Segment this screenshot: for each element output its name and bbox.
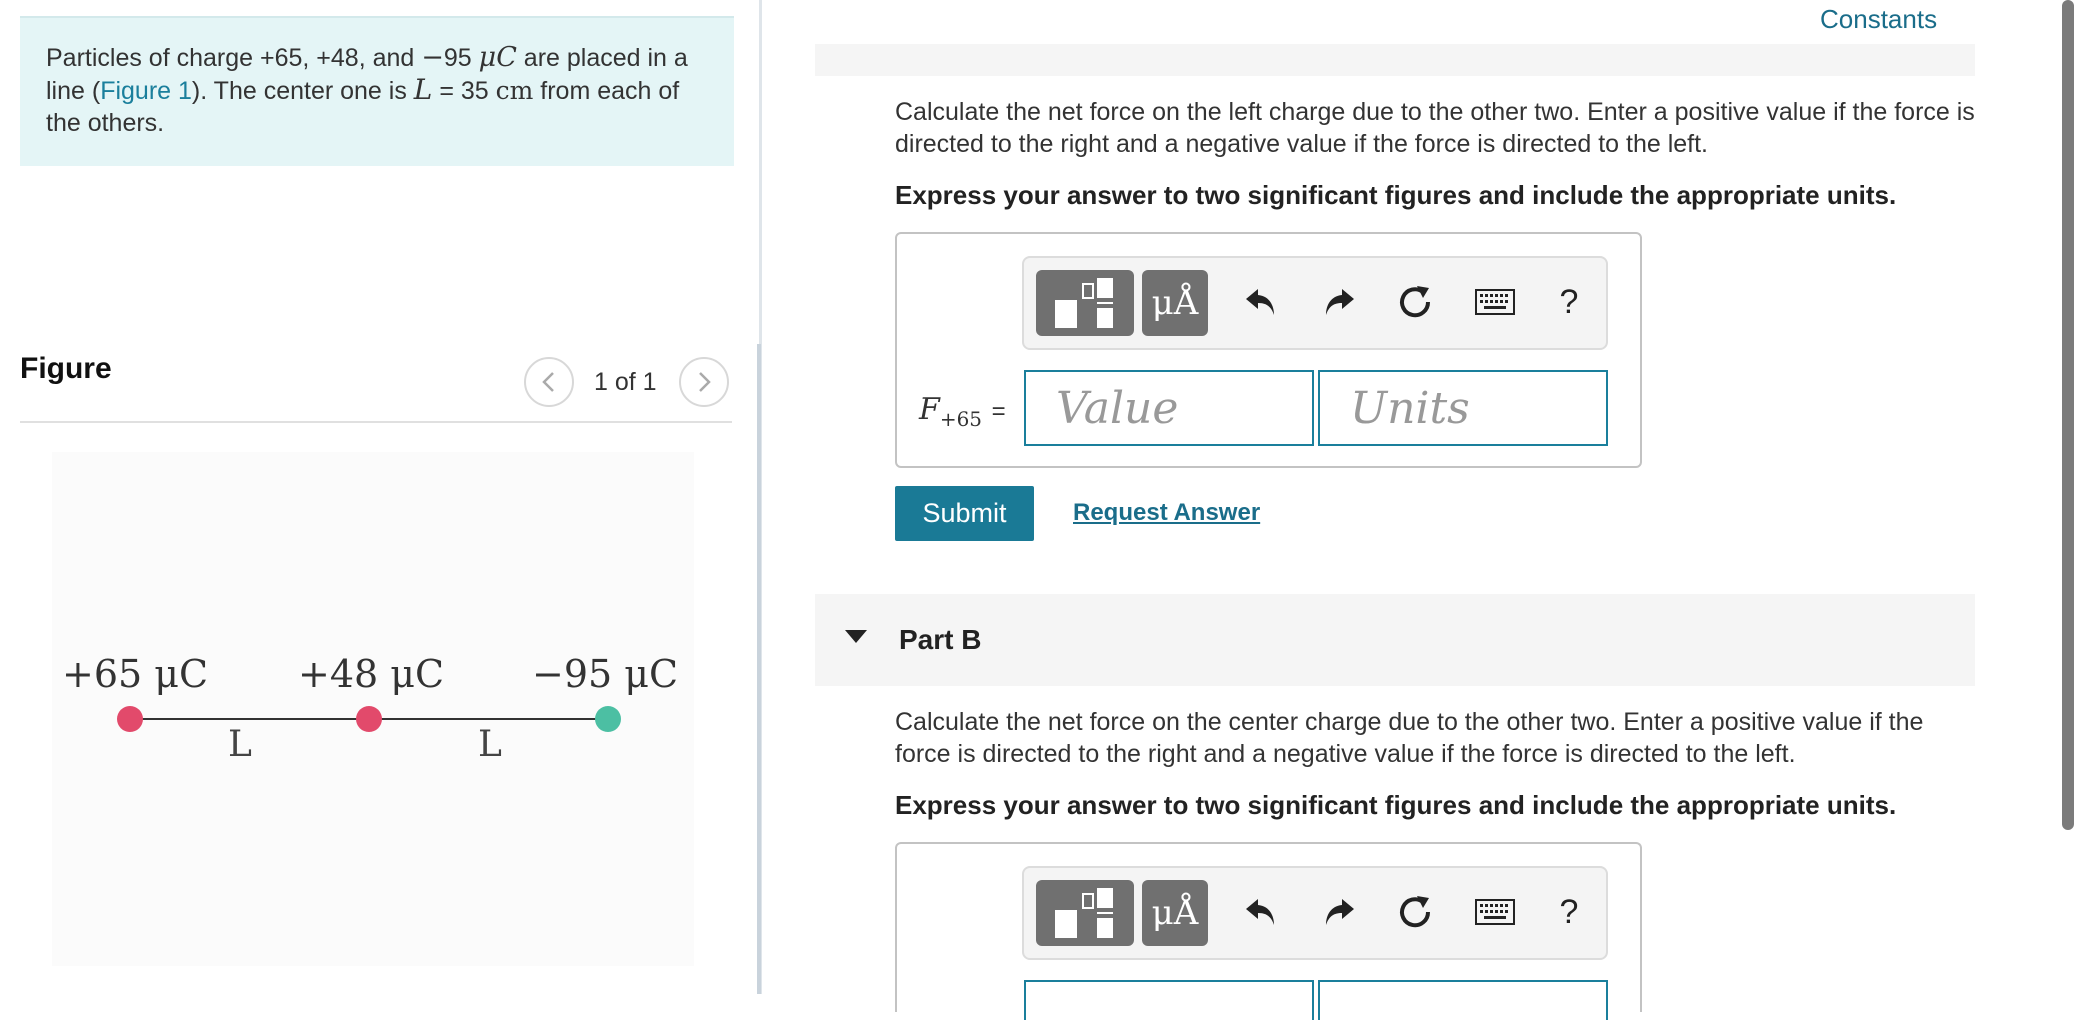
chevron-right-icon (698, 372, 711, 392)
problem-text: Particles of charge +65, +48, and (46, 44, 422, 72)
problem-text: 95 (443, 44, 479, 72)
figure-prev-button[interactable] (524, 357, 574, 407)
part-b-units-input[interactable] (1318, 980, 1608, 1020)
math-toolbar: μÅ ? (1022, 256, 1608, 350)
keyboard-icon (1475, 289, 1515, 315)
part-a-instruction: Express your answer to two significant f… (895, 180, 1897, 210)
problem-minus: − (421, 42, 444, 73)
units-input[interactable] (1318, 370, 1608, 446)
problem-unit-cm: cm (495, 76, 534, 105)
charge-dot-center (356, 706, 382, 732)
part-b-title: Part B (899, 624, 982, 655)
units-button[interactable]: μÅ (1142, 270, 1208, 336)
figure-next-button[interactable] (678, 357, 729, 407)
help-button[interactable]: ? (1544, 884, 1594, 940)
keyboard-icon (1475, 899, 1515, 925)
spacing-label-right: L (478, 724, 502, 765)
redo-button[interactable] (1314, 274, 1364, 330)
templates-button[interactable] (1036, 880, 1134, 946)
undo-icon (1246, 289, 1274, 315)
templates-icon (1055, 278, 1113, 328)
keyboard-button[interactable] (1470, 274, 1520, 330)
value-input[interactable] (1024, 370, 1314, 446)
chevron-left-icon (542, 372, 554, 392)
part-b-header[interactable]: Part B (815, 594, 1975, 686)
part-b-value-input[interactable] (1024, 980, 1314, 1020)
units-button[interactable]: μÅ (1142, 880, 1208, 946)
constants-link[interactable]: Constants (1820, 4, 1937, 35)
charge-label-center: +48 μC (298, 652, 445, 696)
caret-down-icon (845, 630, 867, 643)
variable-symbol: F (919, 392, 940, 427)
help-button[interactable]: ? (1544, 274, 1594, 330)
undo-button[interactable] (1236, 884, 1286, 940)
charge-line-diagram (117, 706, 621, 732)
variable-subscript: +65 (939, 407, 983, 431)
scrollbar[interactable] (2062, 0, 2074, 830)
divider (20, 421, 732, 423)
redo-icon (1326, 899, 1354, 925)
part-a-header-bar (815, 44, 1975, 76)
math-toolbar: μÅ ? (1022, 866, 1608, 960)
left-pane: Particles of charge +65, +48, and −95 μC… (0, 0, 760, 994)
charge-label-right: −95 μC (532, 652, 679, 696)
part-a-answer-box: μÅ ? F+65 = (895, 232, 1642, 468)
part-a-question: Calculate the net force on the left char… (895, 98, 1975, 158)
keyboard-button[interactable] (1470, 884, 1520, 940)
problem-unit: μC (478, 42, 517, 73)
figure-pagination: 1 of 1 (524, 356, 729, 408)
part-a-answer-row: F+65 = (897, 370, 1640, 446)
figure-diagram: +65 μC +48 μC −95 μC L L (52, 452, 694, 966)
reset-button[interactable] (1390, 274, 1440, 330)
redo-icon (1326, 289, 1354, 315)
reset-button[interactable] (1390, 884, 1440, 940)
spacing-label-left: L (228, 724, 252, 765)
undo-button[interactable] (1236, 274, 1286, 330)
templates-button[interactable] (1036, 270, 1134, 336)
equals-sign: = (991, 398, 1006, 425)
charge-label-left: +65 μC (62, 652, 209, 696)
problem-statement: Particles of charge +65, +48, and −95 μC… (20, 16, 734, 166)
problem-variable-L: L (413, 73, 433, 106)
submit-button[interactable]: Submit (895, 486, 1034, 541)
redo-button[interactable] (1314, 884, 1364, 940)
part-b-question: Calculate the net force on the center ch… (895, 708, 1924, 768)
request-answer-link[interactable]: Request Answer (1073, 499, 1260, 527)
pane-resize-handle[interactable] (757, 344, 761, 994)
reset-icon (1400, 896, 1431, 928)
figure-link[interactable]: Figure 1 (100, 77, 192, 105)
figure-heading: Figure (20, 352, 112, 385)
problem-text: = 35 (432, 77, 496, 105)
charge-dot-left (117, 706, 143, 732)
undo-icon (1246, 899, 1274, 925)
answer-variable-label: F+65 = (919, 392, 1006, 431)
charge-dot-right (595, 706, 621, 732)
templates-icon (1055, 888, 1113, 938)
part-b-instruction: Express your answer to two significant f… (895, 790, 1897, 820)
problem-text: ). The center one is (191, 77, 414, 105)
reset-icon (1400, 286, 1431, 318)
part-b-answer-box: μÅ ? (895, 842, 1642, 1020)
figure-counter: 1 of 1 (594, 367, 657, 396)
